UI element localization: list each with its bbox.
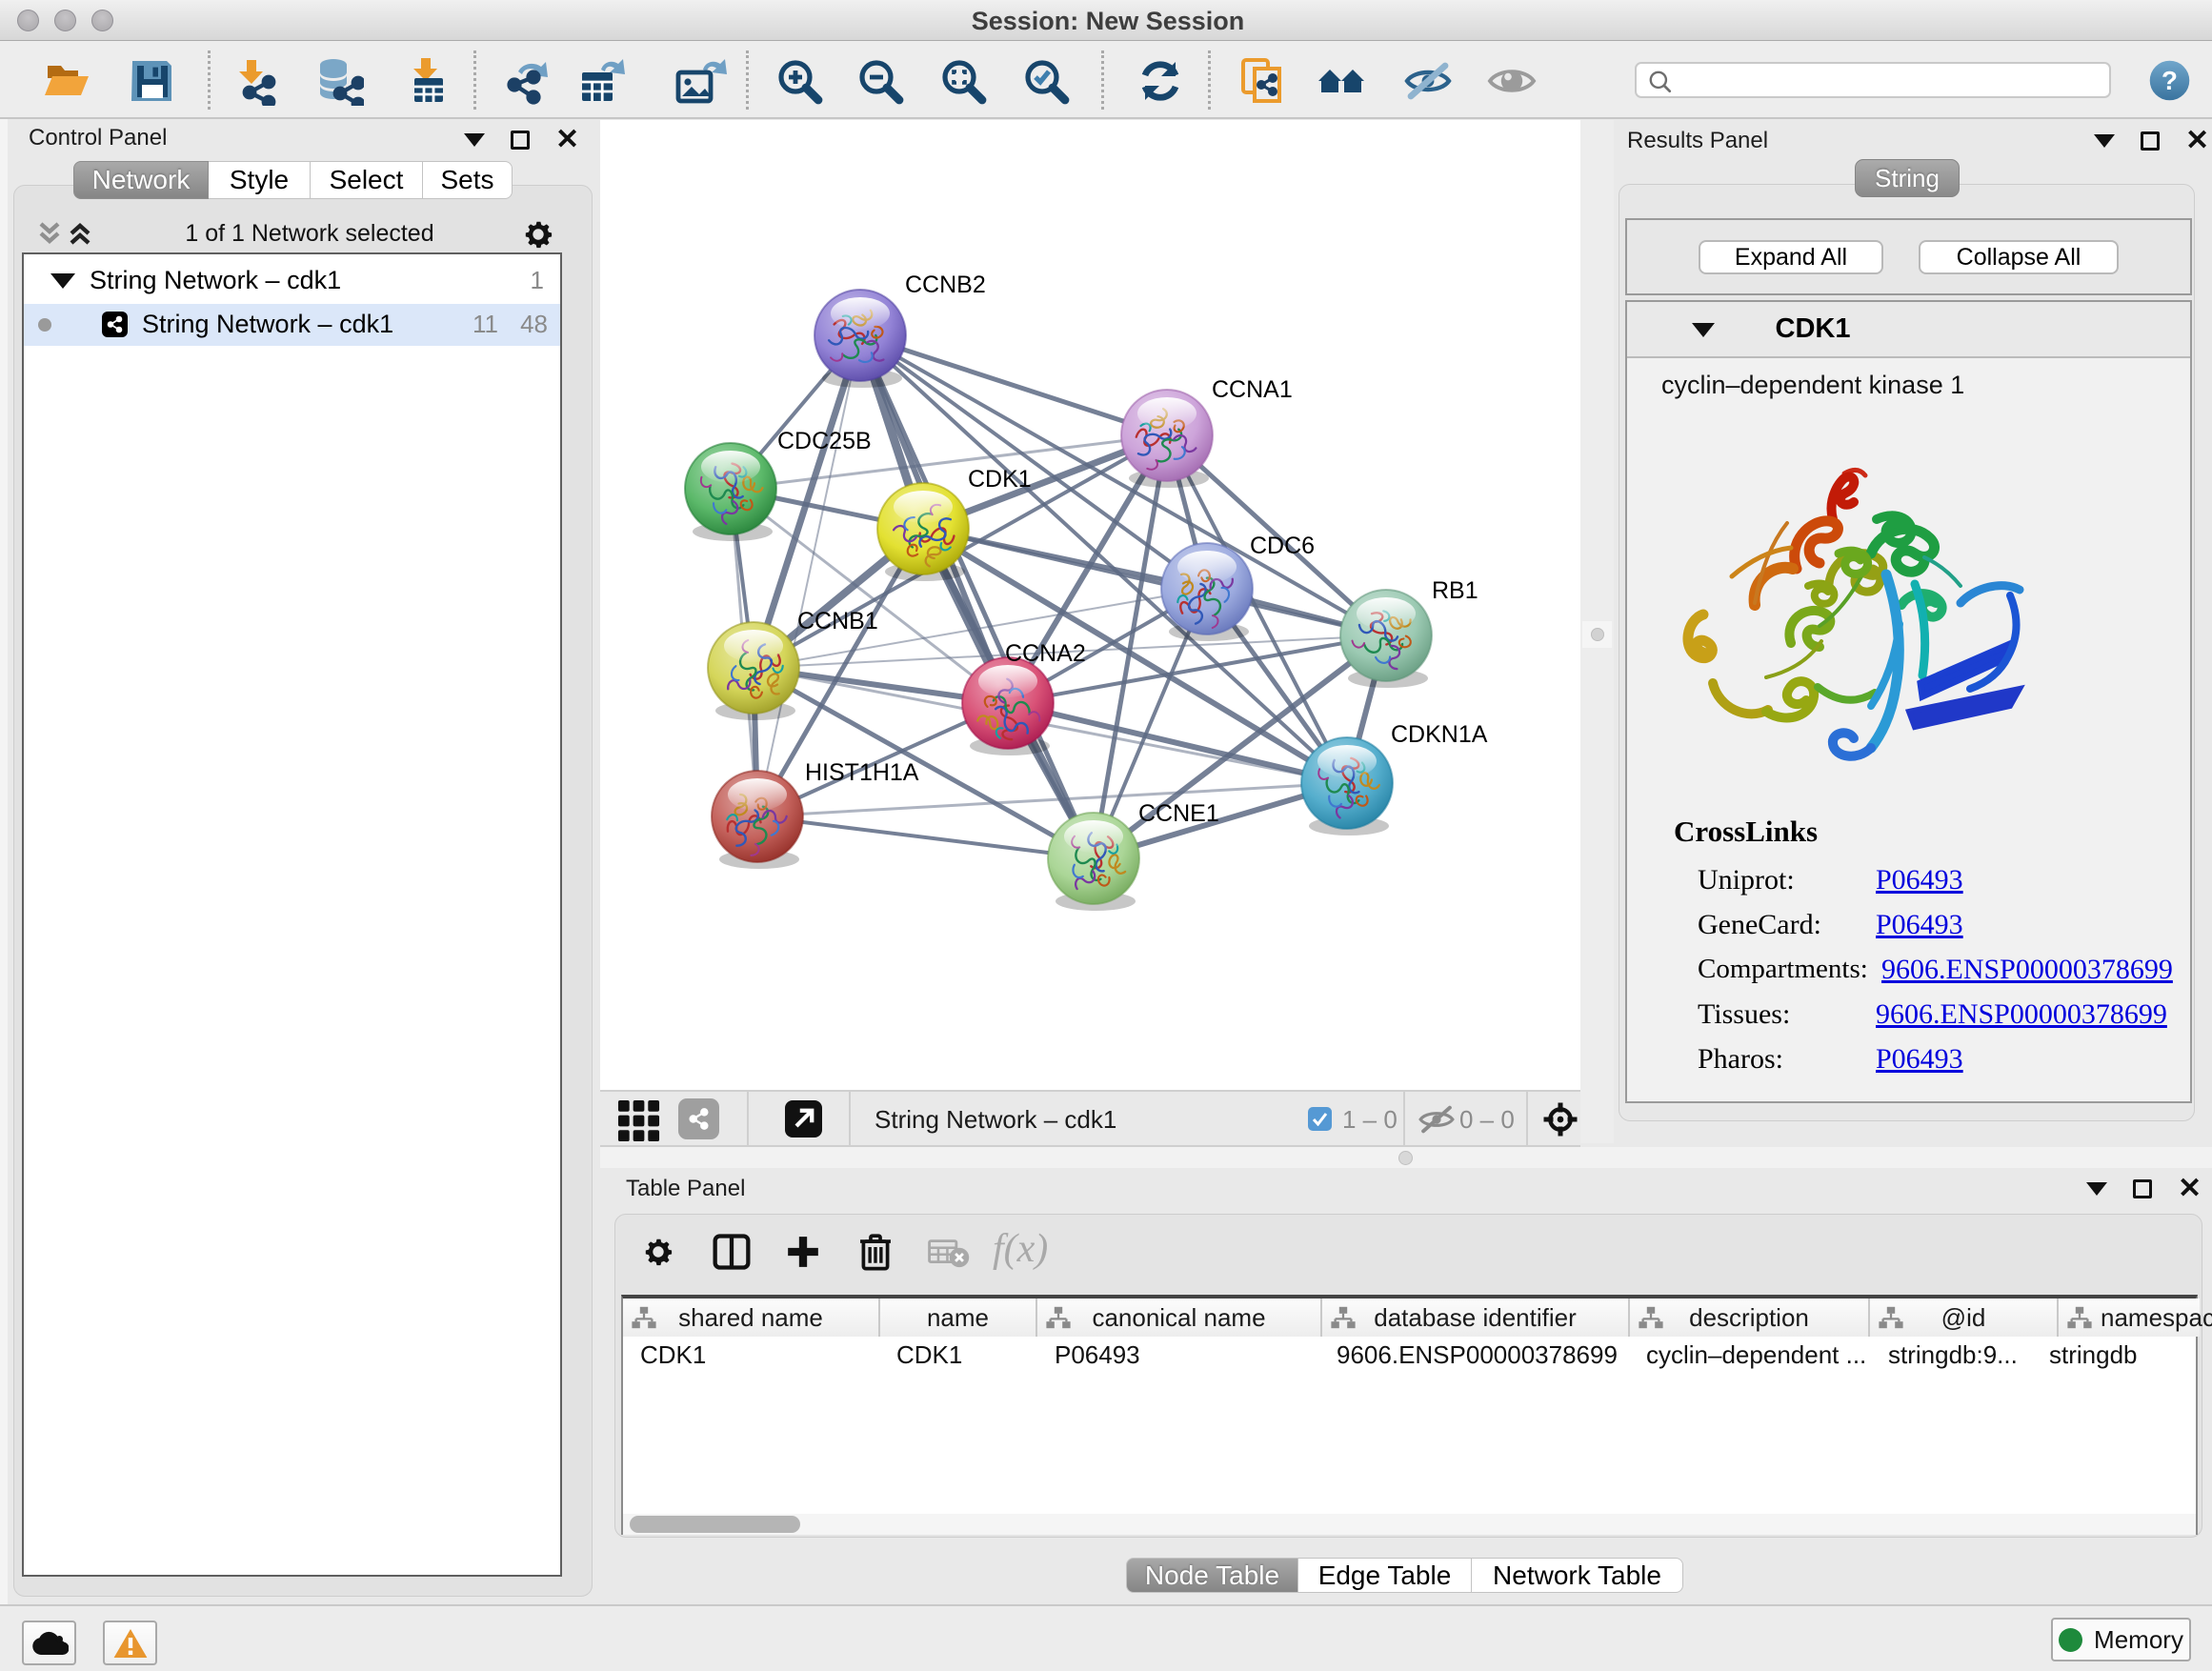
- svg-text:CCNB1: CCNB1: [797, 608, 878, 634]
- svg-text:HIST1H1A: HIST1H1A: [805, 759, 919, 786]
- svg-text:CCNA2: CCNA2: [1005, 640, 1086, 667]
- svg-text:RB1: RB1: [1432, 577, 1478, 604]
- svg-text:CCNA1: CCNA1: [1212, 376, 1293, 403]
- svg-text:?: ?: [2162, 66, 2178, 95]
- svg-text:CCNE1: CCNE1: [1138, 800, 1219, 827]
- svg-text:CDKN1A: CDKN1A: [1391, 721, 1488, 748]
- svg-text:CDC6: CDC6: [1250, 533, 1315, 559]
- svg-text:CDK1: CDK1: [968, 466, 1032, 493]
- svg-text:CDC25B: CDC25B: [777, 428, 872, 454]
- svg-text:CCNB2: CCNB2: [905, 272, 986, 298]
